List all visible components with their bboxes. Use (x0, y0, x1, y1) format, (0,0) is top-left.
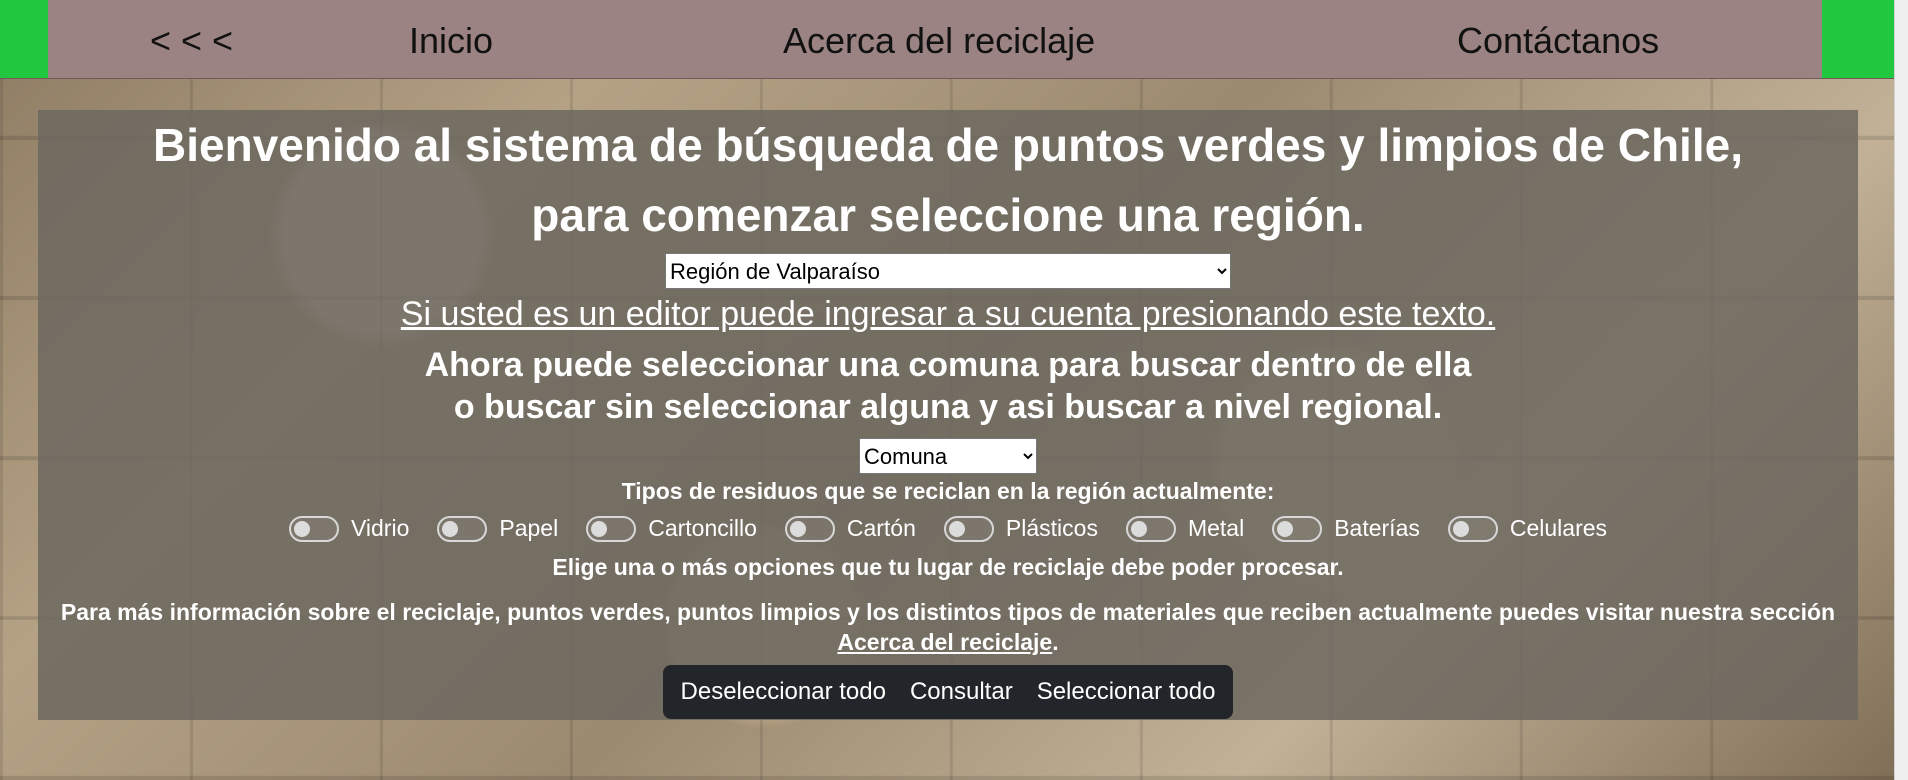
toggle-baterias[interactable]: Baterías (1272, 515, 1420, 542)
toggle-knob (1130, 520, 1147, 537)
toggle-switch[interactable] (437, 515, 488, 542)
window-scrollbar[interactable] (1894, 0, 1908, 780)
subtitle-line-2: o buscar sin seleccionar alguna y asi bu… (453, 388, 1443, 426)
info-end: . (1052, 629, 1059, 655)
toggle-metal[interactable]: Metal (1125, 515, 1245, 542)
consult-button[interactable]: Consultar (898, 665, 1025, 719)
navbar-green-accent-left (0, 0, 48, 78)
back-link[interactable]: < < < (150, 0, 233, 78)
editor-link-wrap: Si usted es un editor puede ingresar a s… (38, 289, 1858, 334)
toggle-switch[interactable] (586, 515, 637, 542)
info-text: Para más información sobre el reciclaje,… (60, 599, 1836, 625)
toggle-label: Papel (499, 515, 559, 541)
main-panel: Bienvenido al sistema de búsqueda de pun… (38, 110, 1858, 720)
toggle-switch[interactable] (943, 515, 994, 542)
toggle-label: Vidrio (350, 515, 410, 541)
region-select[interactable]: Región de Valparaíso (665, 253, 1231, 289)
info-link-line: Acerca del reciclaje. (38, 627, 1858, 657)
toggle-label: Cartón (846, 515, 916, 541)
toggle-plasticos[interactable]: Plásticos (943, 515, 1098, 542)
toggle-label: Plásticos (1005, 515, 1098, 541)
toggle-knob (442, 520, 459, 537)
subtitle-line-1: Ahora puede seleccionar una comuna para … (424, 346, 1472, 384)
navbar-green-accent-right (1822, 0, 1894, 78)
toggle-knob (1277, 520, 1294, 537)
toggle-switch[interactable] (784, 515, 835, 542)
toggle-knob (591, 520, 608, 537)
title-line-1: Bienvenido al sistema de búsqueda de pun… (153, 119, 1743, 171)
nav-link-acerca[interactable]: Acerca del reciclaje (783, 0, 1095, 78)
select-all-button[interactable]: Seleccionar todo (1025, 665, 1228, 719)
toggle-celulares[interactable]: Celulares (1447, 515, 1608, 542)
waste-type-toggles: Vidrio Papel Cartoncillo Cartón Plástico… (38, 515, 1858, 542)
residuos-title: Tipos de residuos que se reciclan en la … (621, 478, 1275, 504)
toggle-knob (789, 520, 806, 537)
action-button-group: Deseleccionar todo Consultar Seleccionar… (662, 665, 1234, 719)
comuna-select-wrap: Comuna (38, 438, 1858, 474)
toggle-label: Baterías (1334, 515, 1420, 541)
toggle-switch[interactable] (1272, 515, 1323, 542)
toggle-knob (948, 520, 965, 537)
toggle-papel[interactable]: Papel (437, 515, 558, 542)
toggle-switch[interactable] (1125, 515, 1176, 542)
toggle-label: Metal (1187, 515, 1245, 541)
toggle-switch[interactable] (1447, 515, 1498, 542)
comuna-instructions: Ahora puede seleccionar una comuna para … (38, 344, 1858, 428)
toggle-label: Cartoncillo (648, 515, 757, 541)
top-navbar: < < < Inicio Acerca del reciclaje Contác… (0, 0, 1908, 780)
editor-login-link[interactable]: Si usted es un editor puede ingresar a s… (401, 295, 1495, 334)
info-paragraph: Para más información sobre el reciclaje,… (38, 597, 1858, 657)
title-line-2: para comenzar seleccione una región. (531, 189, 1365, 241)
about-recycling-link[interactable]: Acerca del reciclaje (837, 629, 1052, 655)
toggle-switch[interactable] (288, 515, 339, 542)
comuna-select[interactable]: Comuna (859, 438, 1037, 474)
nav-link-inicio[interactable]: Inicio (409, 0, 493, 78)
options-hint: Elige una o más opciones que tu lugar de… (552, 554, 1344, 580)
toggle-carton[interactable]: Cartón (784, 515, 916, 542)
toggle-knob (293, 520, 310, 537)
toggle-label: Celulares (1509, 515, 1608, 541)
deselect-all-button[interactable]: Deseleccionar todo (669, 665, 898, 719)
region-select-wrap: Región de Valparaíso (38, 253, 1858, 289)
toggle-knob (1452, 520, 1469, 537)
nav-link-contacto[interactable]: Contáctanos (1457, 0, 1659, 78)
toggle-vidrio[interactable]: Vidrio (288, 515, 410, 542)
page-title: Bienvenido al sistema de búsqueda de pun… (38, 110, 1858, 250)
toggle-cartoncillo[interactable]: Cartoncillo (586, 515, 757, 542)
